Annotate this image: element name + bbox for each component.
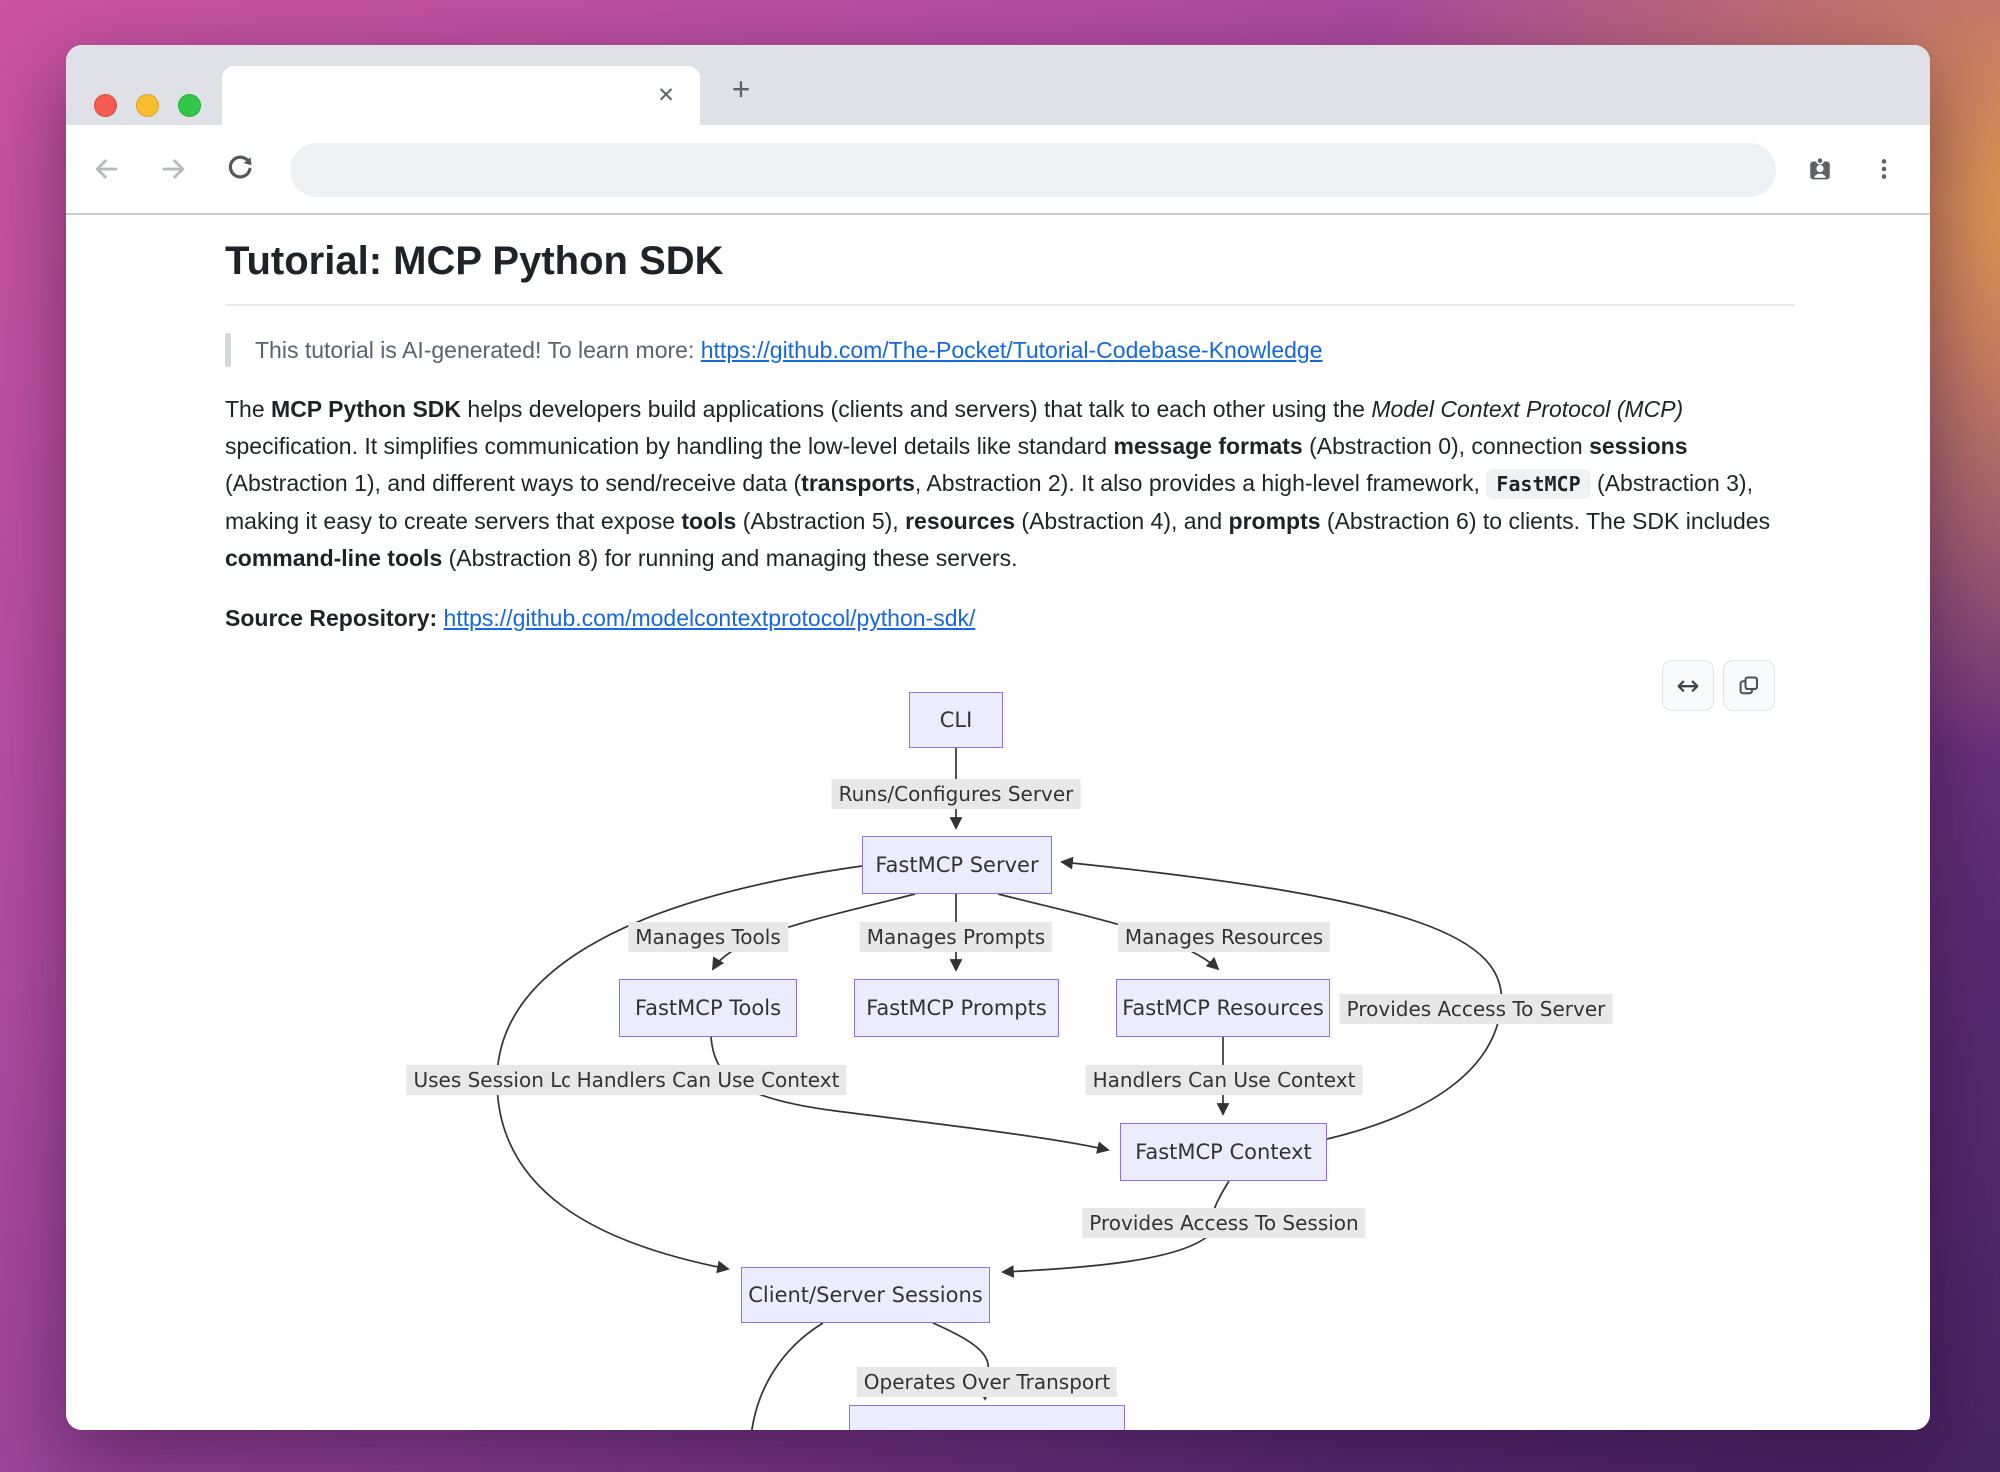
edge-label-operates-over-transport: Operates Over Transport [857, 1367, 1117, 1397]
intro-text: (Abstraction 1), and different ways to s… [225, 470, 801, 496]
source-repository-label: Source Repository: [225, 605, 444, 631]
profile-button[interactable] [1798, 147, 1842, 191]
copy-icon [1737, 674, 1761, 698]
fastmcp-code-chip: FastMCP [1486, 469, 1590, 499]
edge-label-provides-access-to-server: Provides Access To Server [1340, 994, 1613, 1024]
edge-label-manages-prompts: Manages Prompts [860, 922, 1052, 952]
minimize-window-button[interactable] [136, 94, 159, 117]
tab-close-icon[interactable]: ✕ [650, 80, 682, 112]
new-tab-button[interactable]: + [721, 70, 761, 110]
node-fastmcp-tools: FastMCP Tools [619, 979, 797, 1037]
node-fastmcp-context: FastMCP Context [1120, 1123, 1327, 1181]
intro-bold: MCP Python SDK [271, 396, 461, 422]
intro-italic: Model Context Protocol (MCP) [1371, 396, 1683, 422]
profile-badge-icon [1805, 154, 1835, 184]
intro-bold: command-line tools [225, 545, 442, 571]
node-fastmcp-server: FastMCP Server [862, 836, 1052, 894]
node-fastmcp-prompts: FastMCP Prompts [854, 979, 1059, 1037]
edge-label-handlers-can-use-context-right: Handlers Can Use Context [1086, 1065, 1363, 1095]
edge-label-manages-resources: Manages Resources [1118, 922, 1330, 952]
node-transports-partial [849, 1405, 1125, 1430]
close-window-button[interactable] [94, 94, 117, 117]
edge-label-provides-access-to-session: Provides Access To Session [1082, 1208, 1365, 1238]
intro-paragraph: The MCP Python SDK helps developers buil… [225, 391, 1791, 577]
intro-text: (Abstraction 4), and [1015, 508, 1229, 534]
back-button[interactable] [84, 147, 128, 191]
edge-label-handlers-can-use-context-left: Handlers Can Use Context [570, 1065, 847, 1095]
back-arrow-icon [91, 154, 121, 184]
intro-text: , Abstraction 2). It also provides a hig… [915, 470, 1486, 496]
intro-text: The [225, 396, 271, 422]
traffic-lights [94, 94, 201, 117]
node-client-server-sessions: Client/Server Sessions [741, 1267, 990, 1323]
node-cli: CLI [909, 692, 1003, 748]
node-fastmcp-resources: FastMCP Resources [1116, 979, 1330, 1037]
intro-bold: tools [681, 508, 736, 534]
edge-label-manages-tools: Manages Tools [628, 922, 788, 952]
intro-text: (Abstraction 5), [736, 508, 905, 534]
tab-strip: ✕ + [66, 45, 1930, 125]
browser-menu-button[interactable] [1862, 147, 1906, 191]
intro-bold: transports [801, 470, 915, 496]
forward-button[interactable] [152, 147, 196, 191]
reload-icon [224, 153, 256, 185]
intro-bold: message formats [1114, 433, 1303, 459]
title-divider [225, 304, 1795, 306]
diagram-copy-button[interactable] [1723, 660, 1775, 711]
tutorial-codebase-link[interactable]: https://github.com/The-Pocket/Tutorial-C… [701, 337, 1323, 363]
intro-text: (Abstraction 8) for running and managing… [442, 545, 1017, 571]
browser-tab[interactable]: ✕ [222, 66, 700, 126]
mermaid-diagram: Runs/Configures Server Manages Tools Man… [66, 642, 1930, 1430]
browser-toolbar [66, 125, 1930, 215]
intro-text: (Abstraction 6) to clients. The SDK incl… [1321, 508, 1771, 534]
url-input[interactable] [290, 143, 1776, 197]
forward-arrow-icon [159, 154, 189, 184]
expand-width-icon: ↔ [1676, 669, 1699, 702]
intro-bold: sessions [1589, 433, 1687, 459]
page-title: Tutorial: MCP Python SDK [225, 237, 1795, 285]
source-repository-line: Source Repository: https://github.com/mo… [225, 601, 1795, 635]
edge-label-runs-configures-server: Runs/Configures Server [832, 779, 1081, 809]
browser-window: ✕ + [66, 45, 1930, 1430]
intro-text: specification. It simplifies communicati… [225, 433, 1114, 459]
diagram-expand-button[interactable]: ↔ [1662, 660, 1714, 711]
source-repository-link[interactable]: https://github.com/modelcontextprotocol/… [444, 605, 976, 631]
intro-text: helps developers build applications (cli… [461, 396, 1371, 422]
intro-bold: prompts [1229, 508, 1321, 534]
ai-generated-note: This tutorial is AI-generated! To learn … [225, 333, 1795, 367]
kebab-menu-icon [1871, 156, 1897, 182]
blockquote-text: This tutorial is AI-generated! To learn … [231, 333, 1323, 367]
reload-button[interactable] [218, 147, 262, 191]
note-text: This tutorial is AI-generated! To learn … [255, 337, 701, 363]
zoom-window-button[interactable] [178, 94, 201, 117]
intro-bold: resources [905, 508, 1015, 534]
intro-text: (Abstraction 0), connection [1303, 433, 1589, 459]
